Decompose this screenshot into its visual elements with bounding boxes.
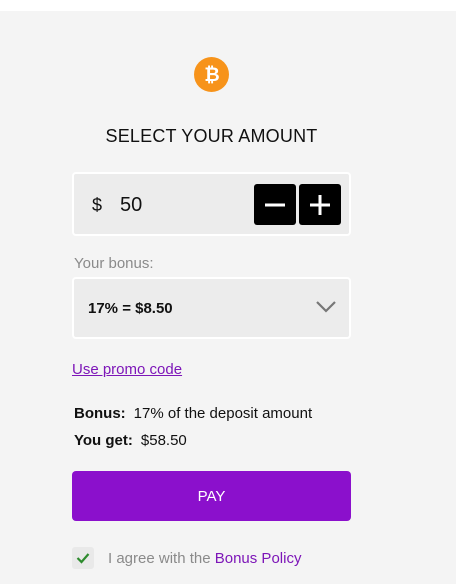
bonus-dropdown[interactable]: 17% = $8.50 <box>72 277 351 339</box>
bonus-label: Your bonus: <box>74 255 154 272</box>
increment-button[interactable] <box>299 184 341 225</box>
minus-icon <box>265 203 285 206</box>
bonus-policy-link[interactable]: Bonus Policy <box>215 550 302 567</box>
amount-field: $ <box>72 172 351 236</box>
promo-code-link[interactable]: Use promo code <box>72 361 182 378</box>
checkmark-icon <box>76 553 90 564</box>
agreement-text: I agree with the Bonus Policy <box>108 550 301 567</box>
svg-text:₿: ₿ <box>204 65 219 86</box>
bitcoin-glyph: ₿ <box>204 65 219 86</box>
pay-button[interactable]: PAY <box>72 471 351 521</box>
bonus-summary-label: Bonus: <box>74 405 126 422</box>
bonus-summary-value: 17% of the deposit amount <box>133 405 313 422</box>
plus-icon <box>310 194 330 215</box>
chevron-down-icon <box>316 301 336 313</box>
you-get-value: $58.50 <box>140 432 187 449</box>
agreement-label: I agree with the <box>108 550 211 567</box>
currency-symbol: $ <box>92 195 103 215</box>
decrement-button[interactable] <box>254 184 296 225</box>
you-get-summary: You get: $58.50 <box>74 432 187 449</box>
you-get-label: You get: <box>74 432 133 449</box>
amount-input[interactable] <box>120 192 240 218</box>
bonus-selected-value: 17% = $8.50 <box>88 300 173 317</box>
bitcoin-icon: ₿ <box>194 57 229 92</box>
bonus-summary: Bonus: 17% of the deposit amount <box>74 405 312 422</box>
agree-checkbox[interactable] <box>72 547 94 569</box>
page-title: SELECT YOUR AMOUNT <box>105 126 318 146</box>
